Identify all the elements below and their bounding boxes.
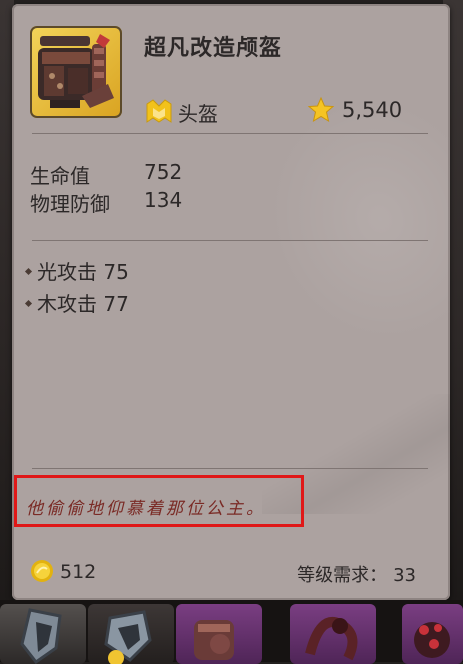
inventory-slot[interactable] — [290, 604, 376, 664]
inventory-slot[interactable] — [88, 604, 174, 664]
item-name: 超凡改造颅盔 — [144, 36, 283, 61]
stat-value: 752 — [144, 160, 183, 184]
orb-item-icon — [414, 622, 450, 658]
stat-name: 生命值 — [30, 164, 90, 188]
stat-value: 134 — [144, 188, 183, 212]
gold-coin-icon — [31, 560, 53, 582]
bonus-label: 木攻击 77 — [37, 292, 129, 316]
bonus-row: 木攻击 77 — [24, 288, 129, 317]
stat-row: 物理防御 134 — [30, 188, 330, 216]
level-requirement: 等级需求： 33 — [291, 561, 416, 587]
gauntlet-item-icon — [104, 610, 152, 664]
bullet-diamond-icon — [24, 299, 33, 308]
bonus-label: 光攻击 75 — [37, 260, 129, 284]
level-requirement-label: 等级需求： — [297, 565, 388, 586]
gold-value: 512 — [60, 561, 97, 583]
rusted-helmet-icon — [30, 26, 122, 118]
rusted-helmet-item-icon — [194, 620, 234, 660]
divider — [32, 468, 428, 469]
inventory-slot[interactable] — [176, 604, 262, 664]
shield-item-icon — [20, 608, 62, 664]
stat-row: 生命值 752 — [30, 160, 330, 188]
inventory-slot[interactable] — [402, 604, 463, 664]
star-icon — [307, 96, 335, 123]
level-requirement-value: 33 — [393, 565, 416, 586]
inventory-slot[interactable] — [0, 604, 86, 664]
divider — [32, 133, 428, 134]
item-type-label: 头盔 — [178, 102, 218, 126]
power-value: 5,540 — [342, 98, 403, 122]
divider — [32, 240, 428, 241]
serpent-item-icon — [305, 617, 358, 661]
highlight-box — [14, 475, 304, 527]
stat-name: 物理防御 — [30, 192, 110, 216]
bonus-row: 光攻击 75 — [24, 256, 129, 285]
helmet-type-icon — [146, 99, 172, 123]
bullet-diamond-icon — [24, 267, 33, 276]
